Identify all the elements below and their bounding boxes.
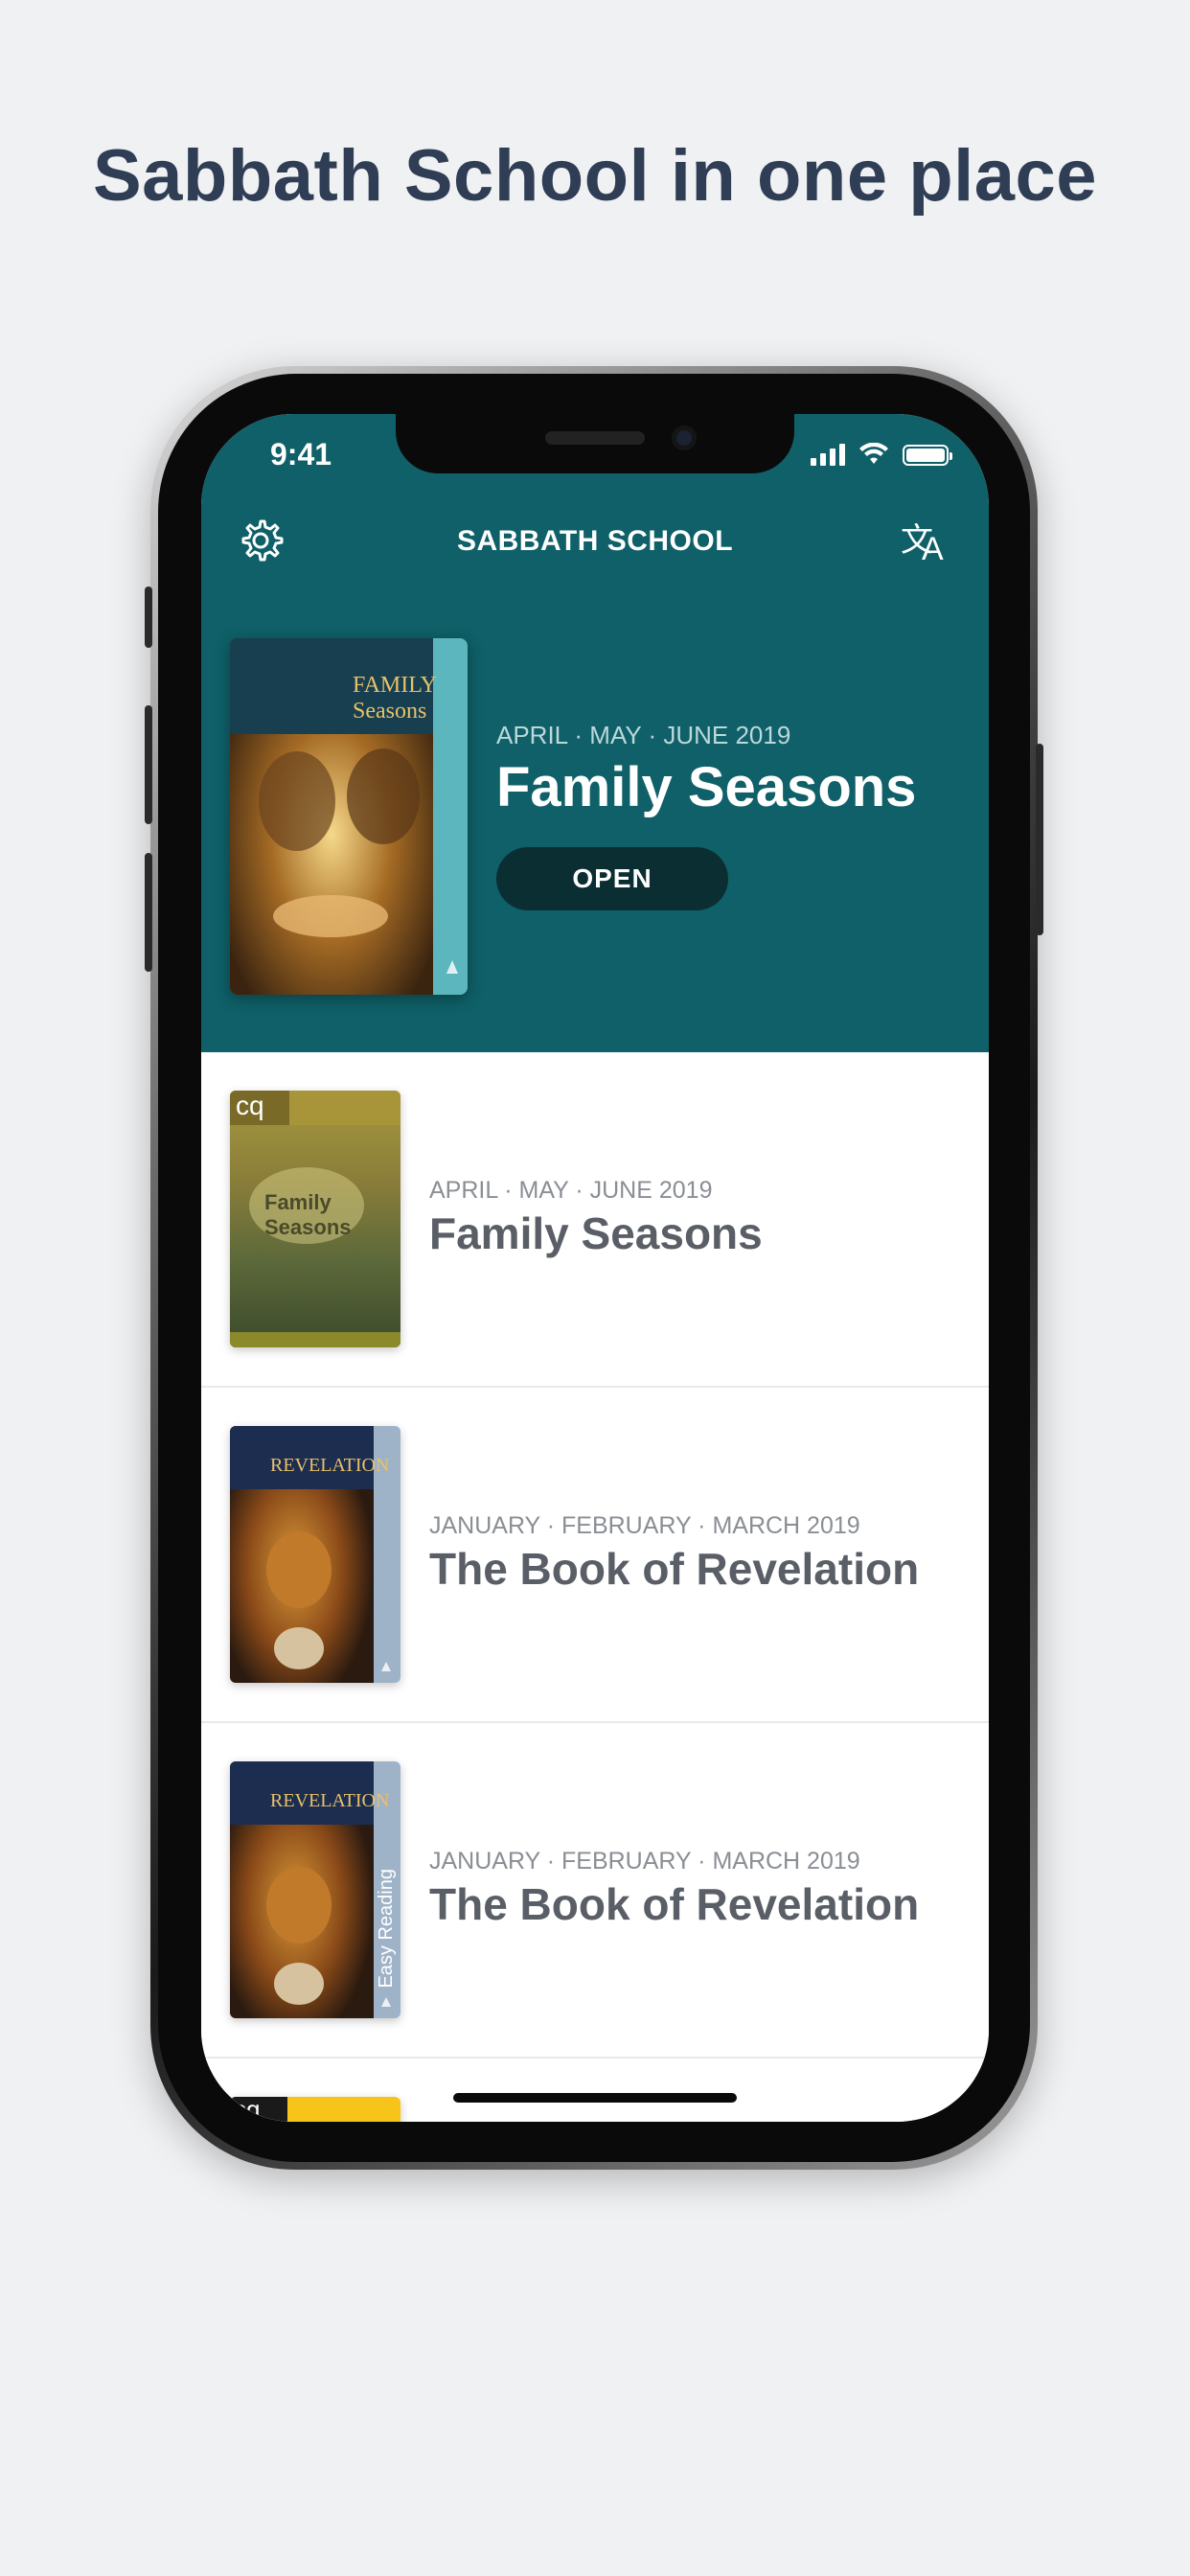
translate-icon[interactable]: 文A bbox=[899, 514, 952, 567]
featured-section: 9:41 SABBATH SCHOOL 文A FAMILY Seasons AP… bbox=[201, 414, 989, 1052]
notch bbox=[396, 414, 794, 473]
status-time: 9:41 bbox=[270, 437, 332, 472]
cover-thumbnail: REVELATION Easy Reading bbox=[230, 1761, 400, 2018]
cover-badge: cq bbox=[234, 2097, 261, 2122]
featured-title: Family Seasons bbox=[496, 756, 917, 818]
list-item[interactable]: cq Family Seasons APRIL · MAY · JUNE 201… bbox=[201, 1052, 989, 1388]
cover-badge: cq bbox=[236, 1091, 264, 1120]
quarterly-date: JANUARY · FEBRUARY · MARCH 2019 bbox=[429, 1848, 860, 1874]
status-icons bbox=[811, 443, 952, 466]
signal-icon bbox=[811, 444, 845, 466]
featured-cover-title: FAMILY Seasons bbox=[353, 673, 436, 724]
battery-icon bbox=[903, 445, 952, 466]
list-item[interactable]: REVELATION Easy Reading JANUARY · FEBRUA… bbox=[201, 1723, 989, 2058]
cover-thumbnail: cq Family Seasons bbox=[230, 1091, 400, 1347]
navbar-title: SABBATH SCHOOL bbox=[456, 525, 734, 557]
phone-screen: 9:41 SABBATH SCHOOL 文A FAMILY Seasons AP… bbox=[201, 414, 989, 2122]
quarterly-title: The Book of Revelation bbox=[429, 1544, 920, 1594]
cover-text: REVELATION bbox=[270, 1790, 390, 1811]
home-indicator bbox=[453, 2093, 737, 2103]
quarterly-title: The Book of Revelation bbox=[429, 1879, 920, 1929]
cover-text: REVELATION bbox=[270, 1455, 390, 1476]
power-button bbox=[1036, 744, 1043, 935]
cover-thumbnail: REVELATION bbox=[230, 1426, 400, 1683]
quarterly-date: JANUARY · FEBRUARY · MARCH 2019 bbox=[429, 1512, 860, 1539]
featured-date: APRIL · MAY · JUNE 2019 bbox=[496, 721, 791, 749]
list-item[interactable]: cq bbox=[201, 2058, 989, 2122]
quarterly-list: cq Family Seasons APRIL · MAY · JUNE 201… bbox=[201, 1052, 989, 2122]
quarterly-date: APRIL · MAY · JUNE 2019 bbox=[429, 1177, 713, 1204]
page-headline: Sabbath School in one place bbox=[92, 135, 1098, 217]
cover-badge: Easy Reading bbox=[376, 1869, 397, 1989]
open-button[interactable]: OPEN bbox=[496, 847, 728, 910]
mute-switch bbox=[145, 586, 152, 648]
featured-cover[interactable]: FAMILY Seasons bbox=[230, 638, 468, 995]
volume-up-button bbox=[145, 705, 152, 824]
cover-text: Family Seasons bbox=[264, 1190, 352, 1239]
volume-down-button bbox=[145, 853, 152, 972]
wifi-icon bbox=[859, 443, 888, 464]
quarterly-title: Family Seasons bbox=[429, 1208, 763, 1258]
list-item[interactable]: REVELATION JANUARY · FEBRUARY · MARCH 20… bbox=[201, 1388, 989, 1723]
cover-thumbnail: cq bbox=[230, 2097, 400, 2122]
